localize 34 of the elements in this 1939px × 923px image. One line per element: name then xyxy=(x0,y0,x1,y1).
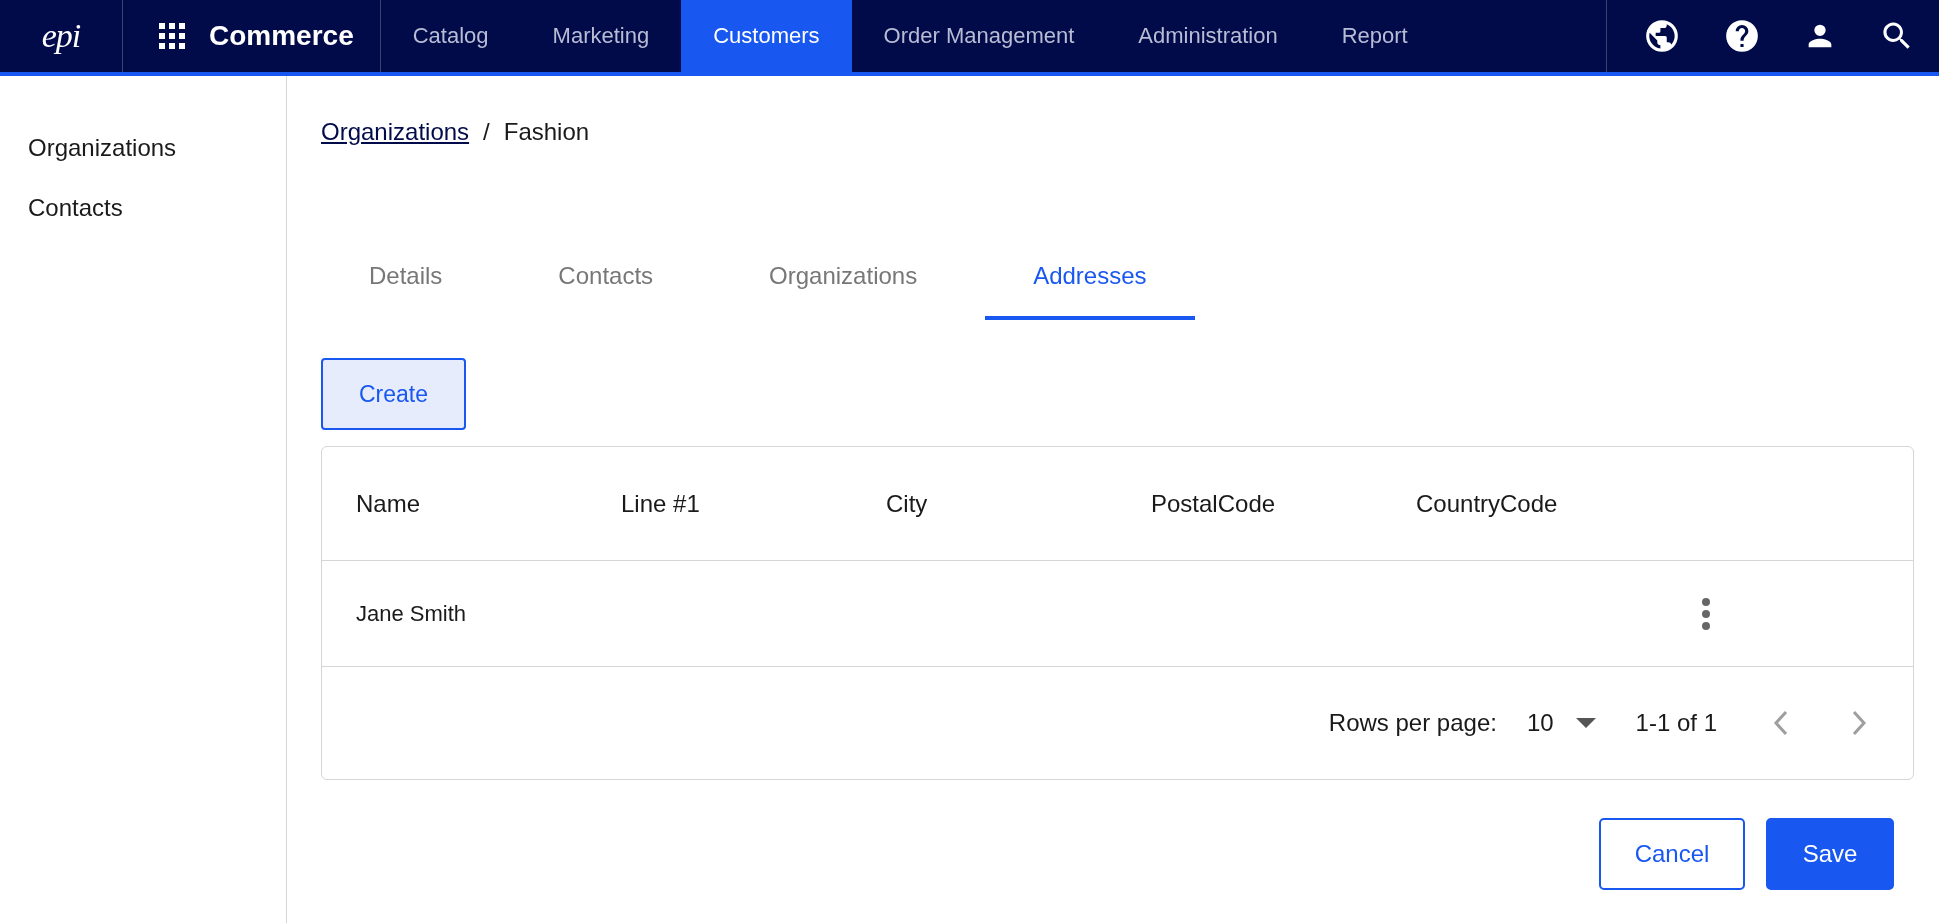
caret-icon xyxy=(1575,718,1596,728)
save-button[interactable]: Save xyxy=(1766,818,1894,890)
column-header: PostalCode xyxy=(1151,489,1277,518)
rows-per-page-select[interactable]: 10 xyxy=(1526,709,1596,737)
tab[interactable]: Details xyxy=(321,246,491,320)
logo[interactable]: epi xyxy=(41,17,81,55)
column-header: City xyxy=(886,489,929,518)
help-icon[interactable] xyxy=(1723,17,1761,55)
breadcrumb-separator: / xyxy=(483,118,490,146)
breadcrumb-current: Fashion xyxy=(503,118,590,146)
sidebar-item[interactable]: Organizations xyxy=(0,118,286,178)
breadcrumb-link[interactable]: Organizations xyxy=(321,118,470,146)
nav-item[interactable]: Marketing xyxy=(520,0,682,72)
app-grid-icon[interactable] xyxy=(159,23,185,49)
tab[interactable]: Addresses xyxy=(985,246,1195,320)
app-title: Commerce xyxy=(209,20,354,52)
nav-item[interactable]: Order Management xyxy=(851,0,1107,72)
nav-item[interactable]: Customers xyxy=(681,0,852,72)
page-range: 1-1 of 1 xyxy=(1635,709,1717,737)
tab[interactable]: Organizations xyxy=(721,246,966,320)
nav-item[interactable]: Report xyxy=(1309,0,1440,72)
column-header: Name xyxy=(356,489,422,518)
nav-item[interactable]: Administration xyxy=(1106,0,1310,72)
rows-per-page-label: Rows per page: xyxy=(1328,709,1497,737)
tab[interactable]: Contacts xyxy=(510,246,702,320)
globe-icon[interactable] xyxy=(1643,17,1681,55)
sidebar-item[interactable]: Contacts xyxy=(0,178,286,238)
table-cell-text: Jane Smith xyxy=(356,600,468,627)
cancel-button[interactable]: Cancel xyxy=(1599,818,1745,890)
more-icon[interactable] xyxy=(1701,596,1711,631)
column-header: CountryCode xyxy=(1416,489,1559,518)
nav-item[interactable]: Catalog xyxy=(380,0,521,72)
create-button[interactable]: Create xyxy=(321,358,466,430)
column-header: Line #1 xyxy=(621,489,701,518)
